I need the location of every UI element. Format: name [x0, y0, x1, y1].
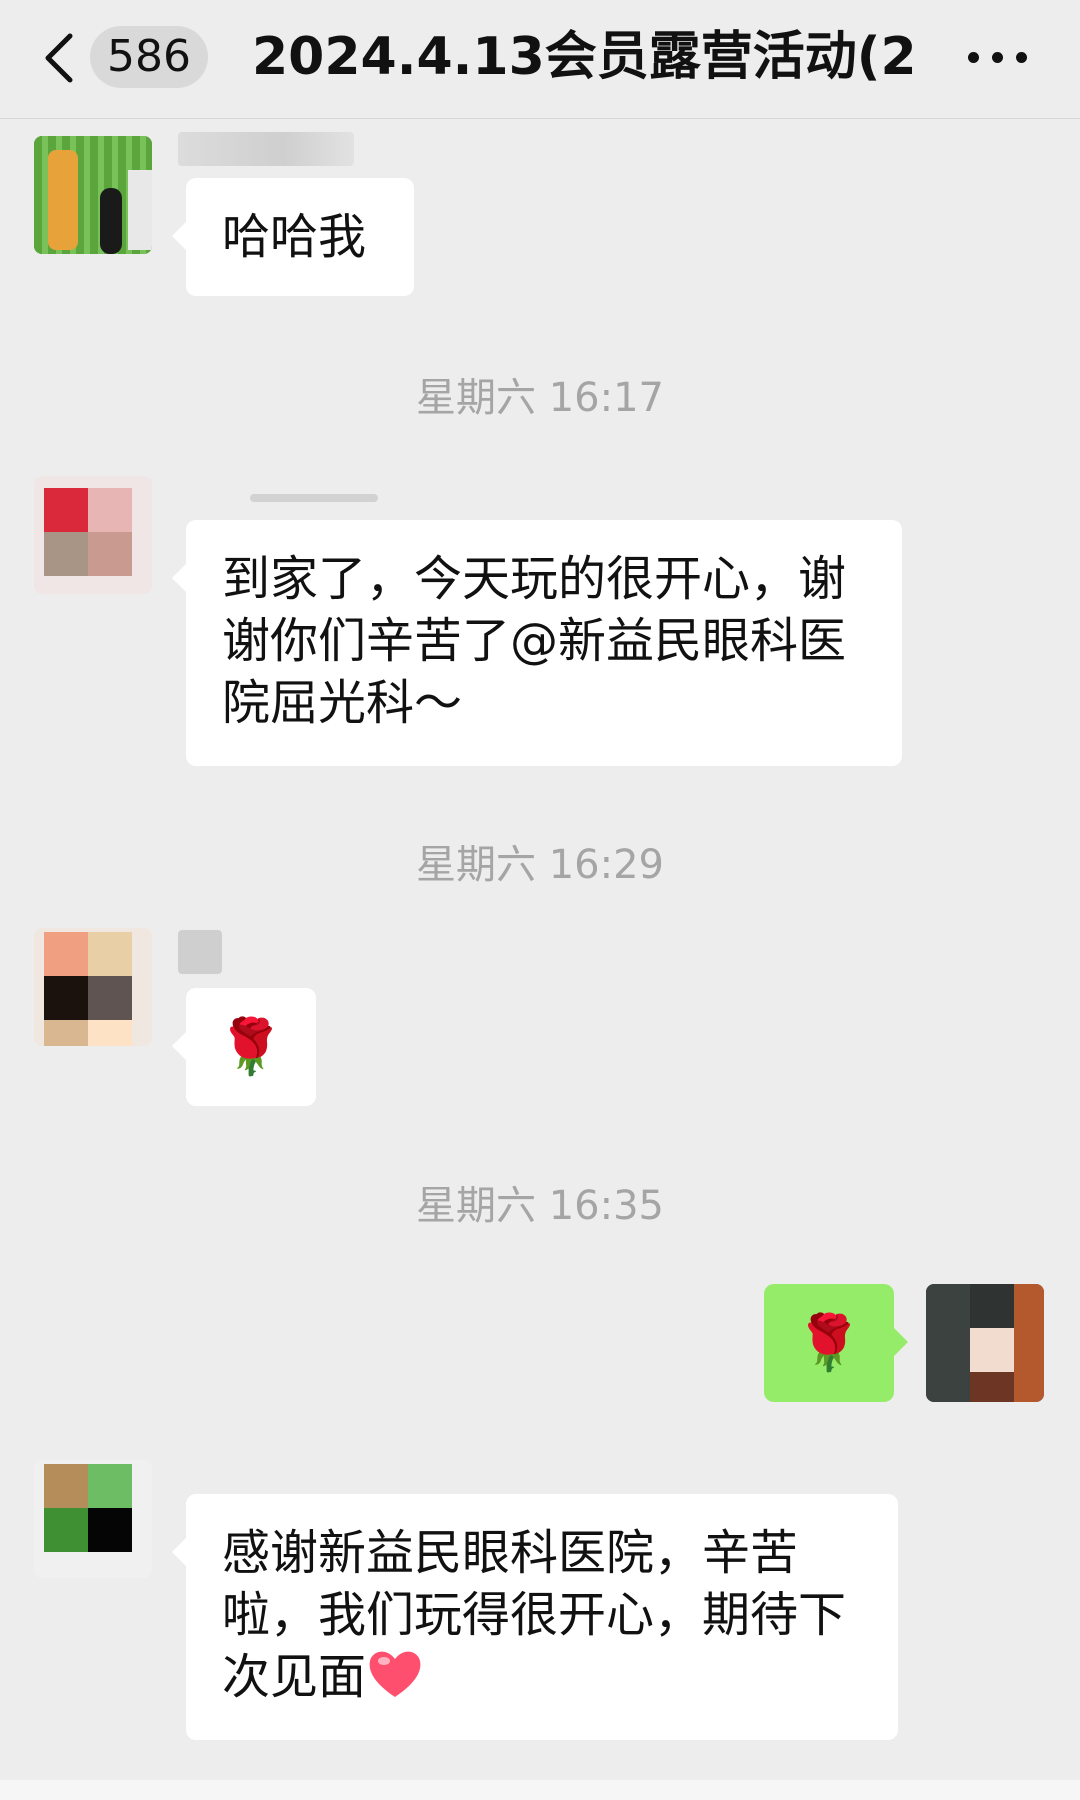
avatar[interactable] — [34, 1460, 152, 1578]
my-avatar[interactable] — [926, 1284, 1044, 1402]
message-bubble[interactable]: 感谢新益民眼科医院，辛苦啦，我们玩得很开心，期待下次见面 — [172, 1494, 898, 1740]
sender-nickname-blurred — [250, 494, 378, 502]
timestamp: 星期六 16:29 — [416, 842, 664, 888]
sender-nickname-blurred — [178, 930, 222, 974]
message-text: 哈哈我 — [222, 209, 367, 265]
message-text: 到家了，今天玩的很开心，谢谢你们辛苦了@新益民眼科医院屈光科～ — [222, 551, 847, 731]
chat-title: 2024.4.13会员露营活动(28) — [252, 27, 912, 87]
message-bubble[interactable]: 到家了，今天玩的很开心，谢谢你们辛苦了@新益民眼科医院屈光科～ — [172, 520, 902, 766]
more-icon[interactable] — [968, 50, 1028, 66]
rose-emoji: 🌹 — [217, 1015, 285, 1078]
message-text: 感谢新益民眼科医院，辛苦啦，我们玩得很开心，期待下次见面 — [222, 1525, 847, 1705]
timestamp: 星期六 16:17 — [416, 375, 664, 421]
avatar[interactable] — [34, 476, 152, 594]
message-bubble[interactable]: 🌹 — [172, 988, 316, 1106]
avatar[interactable] — [34, 928, 152, 1046]
chevron-left-icon[interactable] — [40, 30, 80, 86]
message-bubble-outgoing[interactable]: 🌹 — [764, 1284, 908, 1402]
rose-emoji: 🌹 — [795, 1311, 863, 1374]
sender-nickname-blurred — [178, 132, 354, 166]
avatar[interactable] — [34, 136, 152, 254]
unread-count-badge[interactable]: 586 — [90, 26, 208, 88]
chat-header: 586 2024.4.13会员露营活动(28) — [0, 0, 1080, 119]
timestamp: 星期六 16:35 — [416, 1183, 664, 1229]
heart-icon — [366, 1647, 424, 1701]
bottom-edge — [0, 1780, 1080, 1800]
message-bubble[interactable]: 哈哈我 — [172, 178, 414, 296]
